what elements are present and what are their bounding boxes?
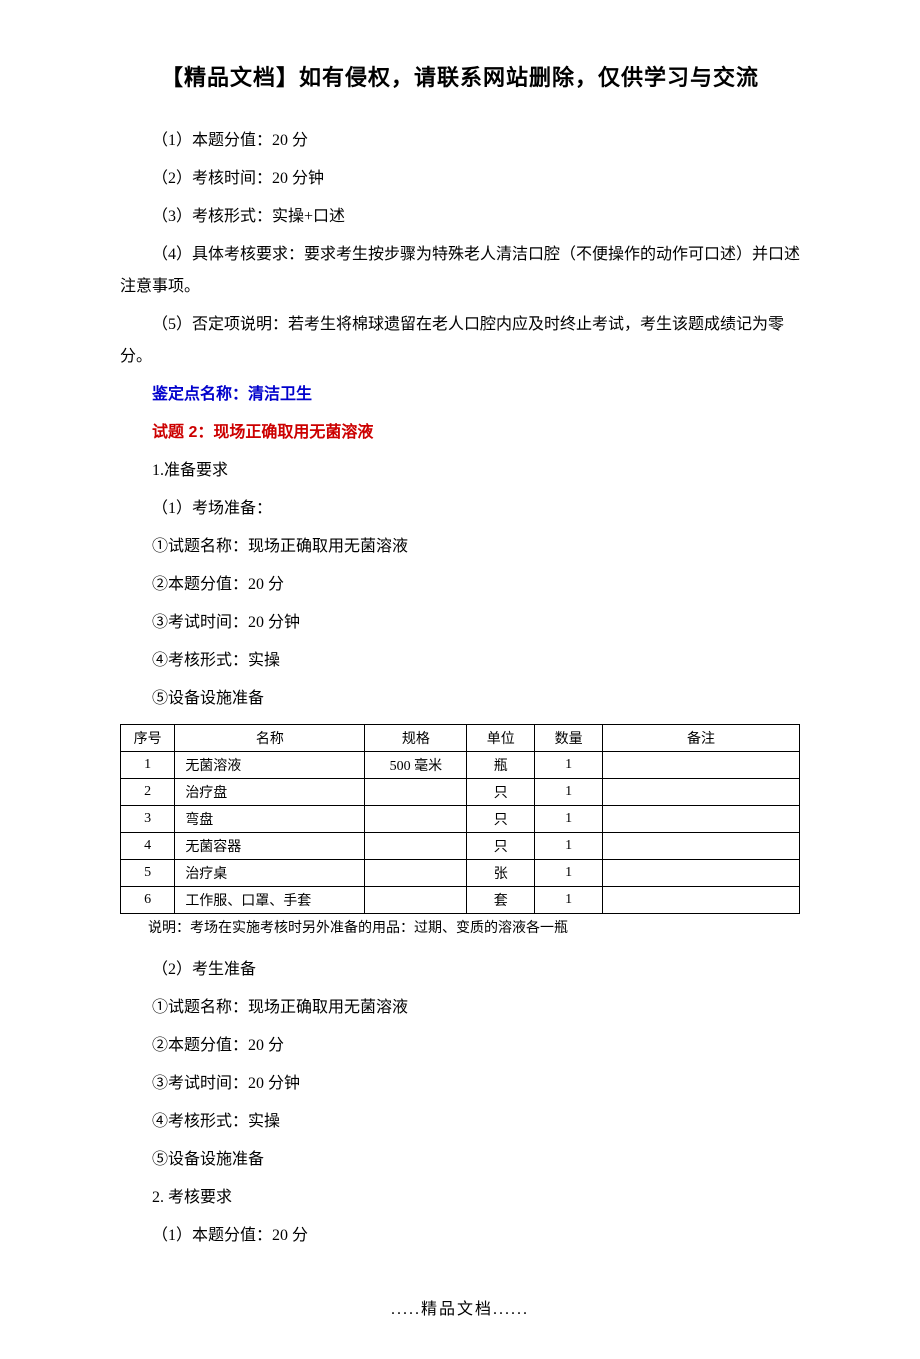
th-remark: 备注 <box>603 725 800 752</box>
cell-spec <box>365 779 467 806</box>
candidate-item-5: ⑤设备设施准备 <box>120 1141 800 1179</box>
cell-seq: 5 <box>121 860 175 887</box>
venue-item-5: ⑤设备设施准备 <box>120 680 800 718</box>
cell-remark <box>603 887 800 914</box>
equipment-table: 序号 名称 规格 单位 数量 备注 1 无菌溶液 500 毫米 瓶 1 2 治疗… <box>120 724 800 914</box>
document-page: 【精品文档】如有侵权，请联系网站删除，仅供学习与交流 （1）本题分值：20 分 … <box>0 0 920 1359</box>
cell-unit: 只 <box>467 779 535 806</box>
page-footer: .....精品文档...... <box>120 1295 800 1319</box>
cell-spec <box>365 806 467 833</box>
cell-name: 无菌溶液 <box>175 752 365 779</box>
candidate-item-1: ①试题名称：现场正确取用无菌溶液 <box>120 989 800 1027</box>
cell-remark <box>603 806 800 833</box>
candidate-item-3: ③考试时间：20 分钟 <box>120 1065 800 1103</box>
cell-remark <box>603 752 800 779</box>
venue-item-1: ①试题名称：现场正确取用无菌溶液 <box>120 528 800 566</box>
requirements-item-1: （1）本题分值：20 分 <box>120 1217 800 1255</box>
table-header-row: 序号 名称 规格 单位 数量 备注 <box>121 725 800 752</box>
cell-remark <box>603 779 800 806</box>
question-2-title: 试题 2：现场正确取用无菌溶液 <box>120 414 800 452</box>
cell-qty: 1 <box>535 752 603 779</box>
cell-qty: 1 <box>535 887 603 914</box>
candidate-prep-heading: （2）考生准备 <box>120 951 800 989</box>
cell-name: 无菌容器 <box>175 833 365 860</box>
venue-item-4: ④考核形式：实操 <box>120 642 800 680</box>
requirements-heading: 2. 考核要求 <box>120 1179 800 1217</box>
cell-unit: 只 <box>467 833 535 860</box>
page-header-title: 【精品文档】如有侵权，请联系网站删除，仅供学习与交流 <box>120 60 800 92</box>
section1-item-2: （2）考核时间：20 分钟 <box>120 160 800 198</box>
cell-name: 治疗桌 <box>175 860 365 887</box>
th-qty: 数量 <box>535 725 603 752</box>
cell-seq: 6 <box>121 887 175 914</box>
cell-name: 弯盘 <box>175 806 365 833</box>
th-spec: 规格 <box>365 725 467 752</box>
section1-item-3: （3）考核形式：实操+口述 <box>120 198 800 236</box>
venue-item-2: ②本题分值：20 分 <box>120 566 800 604</box>
candidate-item-4: ④考核形式：实操 <box>120 1103 800 1141</box>
cell-spec: 500 毫米 <box>365 752 467 779</box>
th-unit: 单位 <box>467 725 535 752</box>
prep-heading: 1.准备要求 <box>120 452 800 490</box>
cell-name: 工作服、口罩、手套 <box>175 887 365 914</box>
cell-qty: 1 <box>535 779 603 806</box>
cell-unit: 瓶 <box>467 752 535 779</box>
cell-spec <box>365 833 467 860</box>
cell-qty: 1 <box>535 860 603 887</box>
th-seq: 序号 <box>121 725 175 752</box>
venue-item-3: ③考试时间：20 分钟 <box>120 604 800 642</box>
table-note: 说明：考场在实施考核时另外准备的用品：过期、变质的溶液各一瓶 <box>120 916 800 941</box>
cell-qty: 1 <box>535 833 603 860</box>
cell-spec <box>365 887 467 914</box>
th-name: 名称 <box>175 725 365 752</box>
venue-prep-heading: （1）考场准备： <box>120 490 800 528</box>
section1-item-5: （5）否定项说明：若考生将棉球遗留在老人口腔内应及时终止考试，考生该题成绩记为零… <box>120 306 800 376</box>
section1-item-1: （1）本题分值：20 分 <box>120 122 800 160</box>
table-row: 3 弯盘 只 1 <box>121 806 800 833</box>
cell-seq: 4 <box>121 833 175 860</box>
cell-unit: 张 <box>467 860 535 887</box>
table-row: 5 治疗桌 张 1 <box>121 860 800 887</box>
cell-unit: 只 <box>467 806 535 833</box>
cell-seq: 2 <box>121 779 175 806</box>
cell-remark <box>603 860 800 887</box>
cell-remark <box>603 833 800 860</box>
table-row: 4 无菌容器 只 1 <box>121 833 800 860</box>
candidate-item-2: ②本题分值：20 分 <box>120 1027 800 1065</box>
assessment-point-title: 鉴定点名称：清洁卫生 <box>120 376 800 414</box>
cell-name: 治疗盘 <box>175 779 365 806</box>
cell-seq: 1 <box>121 752 175 779</box>
table-row: 1 无菌溶液 500 毫米 瓶 1 <box>121 752 800 779</box>
cell-qty: 1 <box>535 806 603 833</box>
section1-item-4: （4）具体考核要求：要求考生按步骤为特殊老人清洁口腔（不便操作的动作可口述）并口… <box>120 236 800 306</box>
cell-unit: 套 <box>467 887 535 914</box>
cell-spec <box>365 860 467 887</box>
cell-seq: 3 <box>121 806 175 833</box>
table-row: 2 治疗盘 只 1 <box>121 779 800 806</box>
table-row: 6 工作服、口罩、手套 套 1 <box>121 887 800 914</box>
